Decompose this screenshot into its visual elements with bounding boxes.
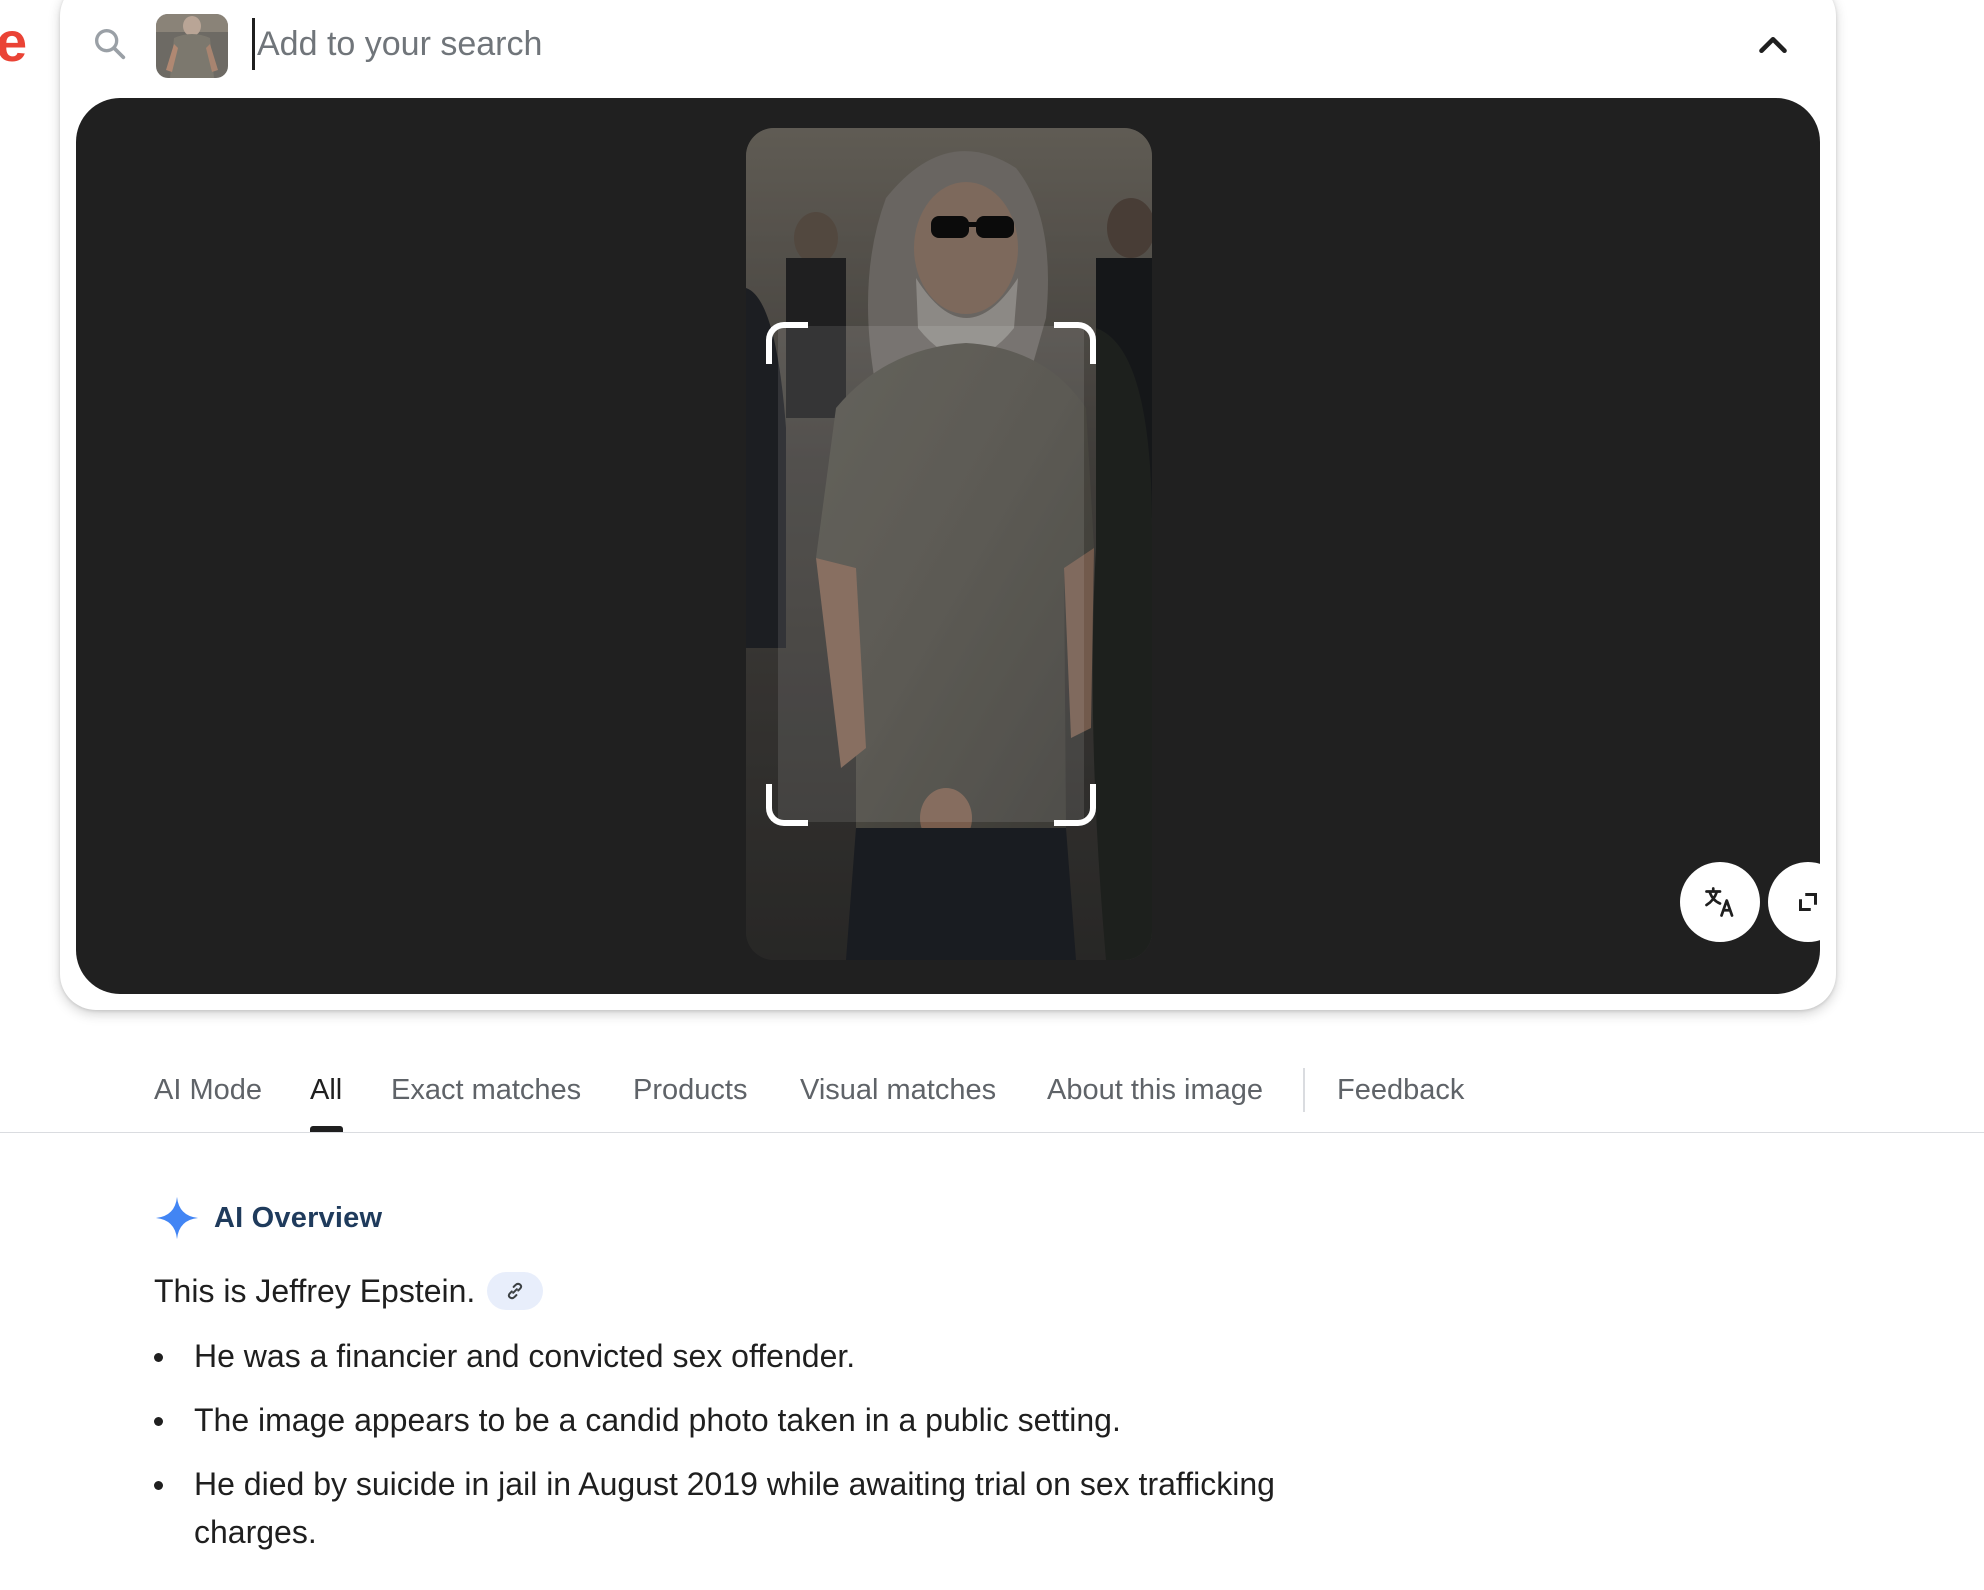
- results-tabs: AI Mode All Exact matches Products Visua…: [0, 1040, 1984, 1133]
- tab-all[interactable]: All: [310, 1072, 342, 1108]
- selection-window: [778, 326, 1084, 822]
- tab-feedback[interactable]: Feedback: [1337, 1072, 1464, 1108]
- tab-visual-matches[interactable]: Visual matches: [800, 1072, 996, 1108]
- image-viewer: [76, 98, 1820, 994]
- query-image-thumbnail[interactable]: [156, 14, 228, 78]
- fullscreen-icon: [1799, 893, 1817, 911]
- source-link-chip[interactable]: [487, 1272, 544, 1310]
- ai-overview-bullets: He was a financier and convicted sex off…: [154, 1332, 1354, 1556]
- list-item: He was a financier and convicted sex off…: [154, 1332, 1354, 1380]
- link-icon: [508, 1282, 523, 1300]
- crop-selection-box[interactable]: [766, 322, 1096, 826]
- crop-handle-top-right[interactable]: [1054, 322, 1096, 364]
- tab-divider: [1303, 1068, 1305, 1112]
- ai-overview-header: AI Overview: [154, 1194, 382, 1242]
- active-tab-indicator: [310, 1126, 343, 1132]
- fullscreen-button[interactable]: [1768, 862, 1820, 942]
- crop-handle-bottom-right[interactable]: [1054, 784, 1096, 826]
- ai-overview-lead: This is Jeffrey Epstein.: [154, 1268, 1354, 1314]
- lens-search-card: [60, 0, 1836, 1010]
- translate-button[interactable]: [1680, 862, 1760, 942]
- tab-about-this-image[interactable]: About this image: [1047, 1072, 1263, 1108]
- list-item: He died by suicide in jail in August 201…: [154, 1460, 1354, 1556]
- tab-ai-mode[interactable]: AI Mode: [154, 1072, 262, 1108]
- google-logo-fragment[interactable]: e: [0, 12, 27, 72]
- search-icon[interactable]: [90, 24, 130, 64]
- tab-exact-matches[interactable]: Exact matches: [391, 1072, 581, 1108]
- crop-handle-bottom-left[interactable]: [766, 784, 808, 826]
- tab-products[interactable]: Products: [633, 1072, 747, 1108]
- crop-handle-top-left[interactable]: [766, 322, 808, 364]
- chevron-up-icon[interactable]: [1750, 22, 1796, 68]
- sparkle-icon: [155, 1196, 199, 1240]
- list-item: The image appears to be a candid photo t…: [154, 1396, 1354, 1444]
- lens-results-page: e Add to your search AI Mode All Exact m…: [0, 0, 1984, 1590]
- translate-icon: [1705, 887, 1734, 917]
- search-input[interactable]: [252, 18, 1557, 70]
- ai-overview-body: This is Jeffrey Epstein. He was a financ…: [154, 1268, 1354, 1572]
- ai-overview-title: AI Overview: [214, 1201, 383, 1234]
- search-bar: [60, 0, 1836, 88]
- ai-overview-lead-text: This is Jeffrey Epstein.: [154, 1273, 476, 1309]
